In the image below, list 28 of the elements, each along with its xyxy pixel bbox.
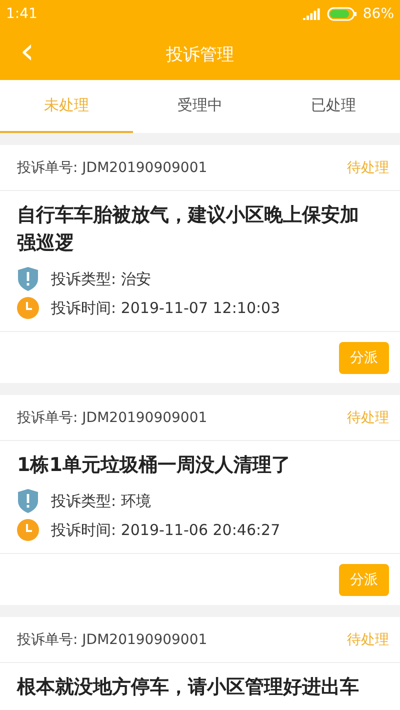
assign-button[interactable]: 分派 bbox=[339, 564, 389, 596]
complaint-title: 根本就没地方停车，请小区管理好进出车 bbox=[17, 675, 360, 700]
shield-alert-icon bbox=[17, 489, 39, 513]
back-button[interactable]: ‹ bbox=[14, 34, 40, 70]
complaint-title: 自行车车胎被放气，建议小区晚上保安加强巡逻 bbox=[17, 203, 360, 256]
complaint-status: 待处理 bbox=[347, 408, 389, 426]
complaint-number: 投诉单号: JDM20190909001 bbox=[17, 158, 208, 176]
tab[interactable]: 未处理 bbox=[0, 80, 134, 133]
signal-icon bbox=[302, 8, 321, 20]
complaint-type: 投诉类型: 治安 bbox=[51, 270, 151, 288]
battery-percent: 86% bbox=[362, 6, 394, 22]
complaint-type: 投诉类型: 环境 bbox=[51, 492, 151, 510]
complaint-time: 投诉时间: 2019-11-06 20:46:27 bbox=[51, 520, 280, 540]
assign-button[interactable]: 分派 bbox=[339, 342, 389, 374]
tab[interactable]: 受理中 bbox=[133, 80, 267, 133]
page-title: 投诉管理 bbox=[166, 44, 234, 66]
tab[interactable]: 已处理 bbox=[266, 80, 400, 133]
complaint-title: 1栋1单元垃圾桶一周没人清理了 bbox=[17, 453, 292, 478]
complaint-time: 投诉时间: 2019-11-07 12:10:03 bbox=[51, 298, 280, 318]
battery-icon bbox=[326, 7, 357, 21]
shield-alert-icon bbox=[17, 267, 39, 291]
clock-icon bbox=[17, 519, 39, 541]
status-time: 1:41 bbox=[6, 6, 38, 22]
complaint-number: 投诉单号: JDM20190909001 bbox=[17, 408, 208, 426]
complaint-status: 待处理 bbox=[347, 158, 389, 176]
complaint-status: 待处理 bbox=[347, 630, 389, 648]
complaint-number: 投诉单号: JDM20190909001 bbox=[17, 630, 208, 648]
clock-icon bbox=[17, 297, 39, 319]
